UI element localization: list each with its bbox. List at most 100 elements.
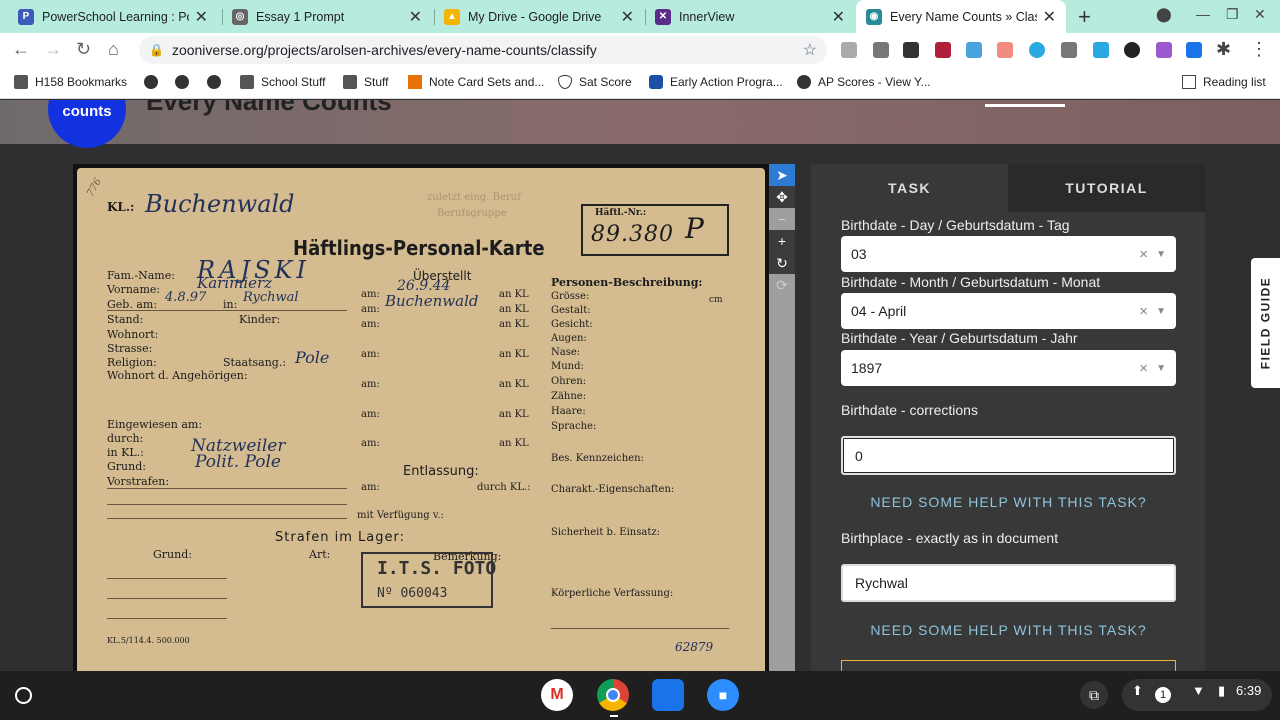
close-icon[interactable]: ✕: [1043, 7, 1056, 27]
extension-icon[interactable]: [1156, 42, 1172, 58]
extension-icon[interactable]: [1029, 42, 1045, 58]
maximize-icon[interactable]: ❐: [1226, 6, 1239, 23]
close-icon[interactable]: ✕: [195, 7, 208, 27]
extension-icon[interactable]: [1124, 42, 1140, 58]
zoom-icon[interactable]: ■: [707, 679, 739, 711]
next-button-edge[interactable]: [841, 660, 1176, 671]
month-select[interactable]: 04 - April × ▼: [841, 293, 1176, 329]
tab-essay[interactable]: ◎ Essay 1 Prompt ✕: [222, 0, 432, 33]
tab-powerschool[interactable]: P PowerSchool Learning : Port ✕: [8, 0, 218, 33]
bookmarks-bar: H158 Bookmarks School Stuff Stuff Note C…: [0, 67, 1280, 99]
reading-list[interactable]: Reading list: [1182, 75, 1266, 89]
clock[interactable]: 6:39: [1236, 683, 1261, 698]
bookmark[interactable]: AP Scores - View Y...: [797, 75, 931, 89]
profile-icon[interactable]: ⬤: [1156, 6, 1172, 23]
google-drive-icon: ▲: [444, 8, 460, 25]
extension-icon[interactable]: [966, 42, 982, 58]
extension-icon[interactable]: [1186, 42, 1202, 58]
year-select[interactable]: 1897 × ▼: [841, 350, 1176, 386]
tab-every-name-counts[interactable]: ◉ Every Name Counts » Classi ✕: [856, 0, 1066, 33]
year-value: 1897: [851, 360, 883, 376]
chevron-down-icon[interactable]: ▼: [1156, 363, 1166, 374]
move-icon[interactable]: ✥: [769, 186, 795, 208]
bookmark[interactable]: Early Action Progra...: [649, 75, 783, 89]
close-icon[interactable]: ✕: [409, 7, 422, 27]
close-icon[interactable]: ✕: [832, 7, 845, 27]
browser-tab-bar: P PowerSchool Learning : Port ✕ ◎ Essay …: [0, 0, 1280, 33]
image-toolbar: ➤ ✥ − + ↻ ⟳: [769, 164, 795, 671]
new-tab-icon[interactable]: +: [1078, 4, 1091, 30]
subject-viewer[interactable]: 776 KL.: Buchenwald zuletzt eing. Beruf …: [73, 164, 769, 671]
close-icon[interactable]: ✕: [621, 7, 634, 27]
os-shelf: M ■ ⧉ ⬆ 1 ▼ ▮ 6:39: [0, 671, 1280, 720]
corrections-input[interactable]: 0: [841, 436, 1176, 475]
extension-icon[interactable]: [841, 42, 857, 58]
chrome-icon[interactable]: [597, 679, 629, 711]
folder-icon: [343, 75, 357, 89]
bookmark-folder[interactable]: School Stuff: [240, 75, 326, 89]
birthplace-input[interactable]: Rychwal: [841, 564, 1176, 602]
address-bar[interactable]: 🔒 zooniverse.org/projects/arolsen-archiv…: [139, 36, 827, 64]
bookmark-star-icon[interactable]: ☆: [803, 40, 817, 60]
extension-icon[interactable]: [1061, 42, 1077, 58]
nav-underline: [985, 104, 1065, 107]
folder-icon: [240, 75, 254, 89]
bookmark-folder[interactable]: H158 Bookmarks: [14, 75, 127, 89]
globe-icon: [175, 75, 189, 89]
bookmark-folder[interactable]: Stuff: [343, 75, 388, 89]
tab-innerview[interactable]: ✕ InnerView ✕: [645, 0, 855, 33]
globe-icon: [144, 75, 158, 89]
bookmark[interactable]: [144, 75, 165, 89]
puzzle-icon[interactable]: ✱: [1216, 39, 1231, 60]
clear-icon[interactable]: ×: [1139, 246, 1148, 263]
wifi-icon: ▼: [1192, 683, 1205, 698]
notecard-icon: [408, 75, 422, 89]
notification-badge[interactable]: 1: [1155, 687, 1171, 703]
extension-icon[interactable]: [935, 42, 951, 58]
screenshot-icon[interactable]: ⧉: [1080, 681, 1108, 709]
tab-title: InnerView: [679, 9, 735, 24]
project-title[interactable]: Every Name Counts: [146, 100, 392, 117]
bookmark[interactable]: Note Card Sets and...: [408, 75, 544, 89]
corrections-label: Birthdate - corrections: [841, 402, 978, 418]
zoom-out-icon[interactable]: −: [769, 208, 795, 230]
folder-icon: [14, 75, 28, 89]
browser-toolbar: ← → ↻ ⌂ 🔒 zooniverse.org/projects/arolse…: [0, 33, 1280, 67]
reset-icon[interactable]: ⟳: [769, 274, 795, 296]
tab-tutorial[interactable]: TUTORIAL: [1008, 164, 1205, 212]
zoom-in-icon[interactable]: +: [769, 230, 795, 252]
zooniverse-icon: ◉: [866, 8, 882, 25]
launcher-icon[interactable]: [15, 687, 32, 704]
chevron-down-icon[interactable]: ▼: [1156, 306, 1166, 317]
prisoner-card: 776 KL.: Buchenwald zuletzt eing. Beruf …: [77, 168, 765, 671]
back-icon[interactable]: ←: [12, 39, 30, 60]
menu-icon[interactable]: ⋮: [1250, 39, 1268, 60]
help-link[interactable]: NEED SOME HELP WITH THIS TASK?: [841, 622, 1176, 638]
bookmark[interactable]: [175, 75, 196, 89]
help-link[interactable]: NEED SOME HELP WITH THIS TASK?: [841, 494, 1176, 510]
field-guide-button[interactable]: FIELD GUIDE: [1251, 258, 1280, 388]
chevron-down-icon[interactable]: ▼: [1156, 249, 1166, 260]
reading-list-icon: [1182, 75, 1196, 89]
home-icon[interactable]: ⌂: [108, 39, 119, 60]
extension-icon[interactable]: [997, 42, 1013, 58]
clear-icon[interactable]: ×: [1139, 303, 1148, 320]
files-icon[interactable]: [652, 679, 684, 711]
clear-icon[interactable]: ×: [1139, 360, 1148, 377]
pointer-icon[interactable]: ➤: [769, 164, 795, 186]
bookmark[interactable]: Sat Score: [558, 75, 632, 89]
bookmark[interactable]: [207, 75, 228, 89]
extension-icon[interactable]: [903, 42, 919, 58]
gmail-icon[interactable]: M: [541, 679, 573, 711]
forward-icon[interactable]: →: [44, 39, 62, 60]
tab-task[interactable]: TASK: [811, 164, 1008, 212]
day-select[interactable]: 03 × ▼: [841, 236, 1176, 272]
reload-icon[interactable]: ↻: [76, 39, 91, 60]
extension-icon[interactable]: [1093, 42, 1109, 58]
rotate-icon[interactable]: ↻: [769, 252, 795, 274]
minimize-icon[interactable]: —: [1196, 6, 1210, 22]
tab-google-drive[interactable]: ▲ My Drive - Google Drive ✕: [434, 0, 644, 33]
month-value: 04 - April: [851, 303, 907, 319]
extension-icon[interactable]: [873, 42, 889, 58]
close-window-icon[interactable]: ✕: [1254, 6, 1266, 23]
